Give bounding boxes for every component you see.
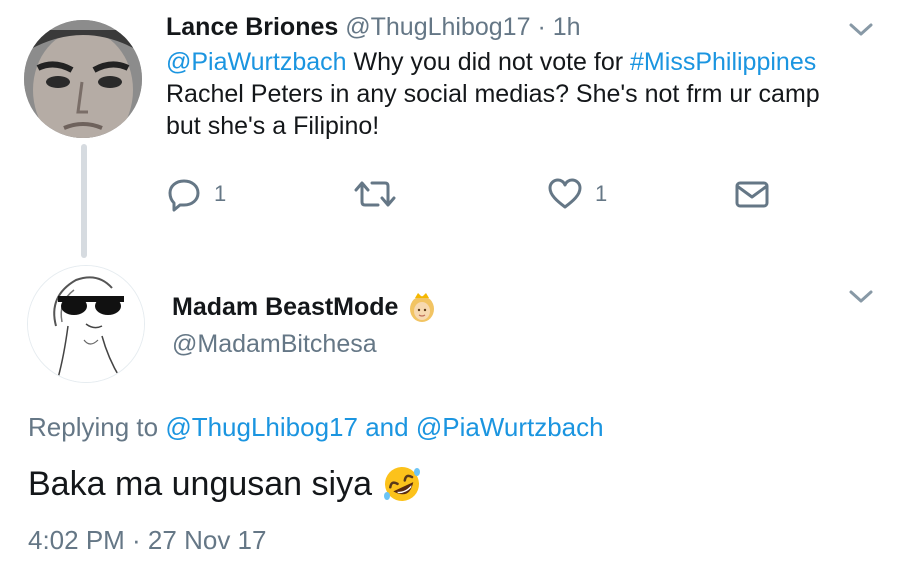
like-count: 1 bbox=[595, 181, 608, 206]
separator: · bbox=[537, 13, 546, 41]
replying-to-line: Replying to @ThugLhibog17 and @PiaWurtzb… bbox=[28, 411, 604, 443]
retweet-button[interactable] bbox=[354, 176, 396, 212]
replying-user-link[interactable]: @PiaWurtzbach bbox=[416, 412, 604, 442]
main-author-name-row: Madam BeastMode bbox=[172, 291, 436, 323]
tweet-menu-button[interactable] bbox=[846, 20, 876, 40]
reply-count: 1 bbox=[214, 181, 227, 206]
chevron-down-icon bbox=[849, 290, 873, 303]
author-handle[interactable]: @ThugLhibog17 bbox=[345, 13, 530, 41]
time-ago[interactable]: 1h bbox=[553, 13, 581, 41]
parent-tweet-header: Lance Briones @ThugLhibog17 · 1h bbox=[166, 12, 581, 42]
thread-line bbox=[81, 144, 87, 258]
replying-user-link[interactable]: @ThugLhibog17 bbox=[165, 412, 358, 442]
rofl-emoji-icon bbox=[383, 467, 420, 501]
tweet-text: Baka ma ungusan siya bbox=[28, 465, 372, 503]
princess-emoji-icon bbox=[410, 293, 435, 322]
dm-icon bbox=[735, 181, 769, 208]
replying-prefix: Replying to bbox=[28, 412, 159, 442]
reply-icon bbox=[168, 179, 200, 212]
replying-and: and bbox=[365, 412, 409, 442]
main-tweet-text: Baka ma ungusan siya bbox=[28, 463, 422, 505]
avatar-madam-beastmode[interactable] bbox=[27, 265, 145, 383]
hashtag-link[interactable]: #MissPhilippines bbox=[630, 48, 816, 76]
tweet-text-part: Rachel Peters in any social medias? She'… bbox=[166, 80, 820, 140]
like-button[interactable]: 1 bbox=[547, 176, 607, 212]
tweet-menu-button[interactable] bbox=[846, 287, 876, 307]
retweet-icon bbox=[354, 181, 396, 207]
chevron-down-icon bbox=[849, 23, 873, 36]
tweet-text-part: Why you did not vote for bbox=[346, 48, 631, 76]
avatar-lance-briones[interactable] bbox=[24, 20, 142, 138]
reply-button[interactable]: 1 bbox=[166, 176, 226, 212]
author-name[interactable]: Lance Briones bbox=[166, 13, 338, 41]
parent-tweet-text: @PiaWurtzbach Why you did not vote for #… bbox=[166, 46, 856, 142]
tweet-timestamp[interactable]: 4:02 PM · 27 Nov 17 bbox=[28, 524, 266, 556]
like-icon bbox=[548, 178, 582, 209]
direct-message-button[interactable] bbox=[734, 176, 770, 212]
author-name[interactable]: Madam BeastMode bbox=[172, 292, 398, 322]
mention-link[interactable]: @PiaWurtzbach bbox=[166, 48, 347, 76]
author-handle[interactable]: @MadamBitchesa bbox=[172, 329, 377, 359]
